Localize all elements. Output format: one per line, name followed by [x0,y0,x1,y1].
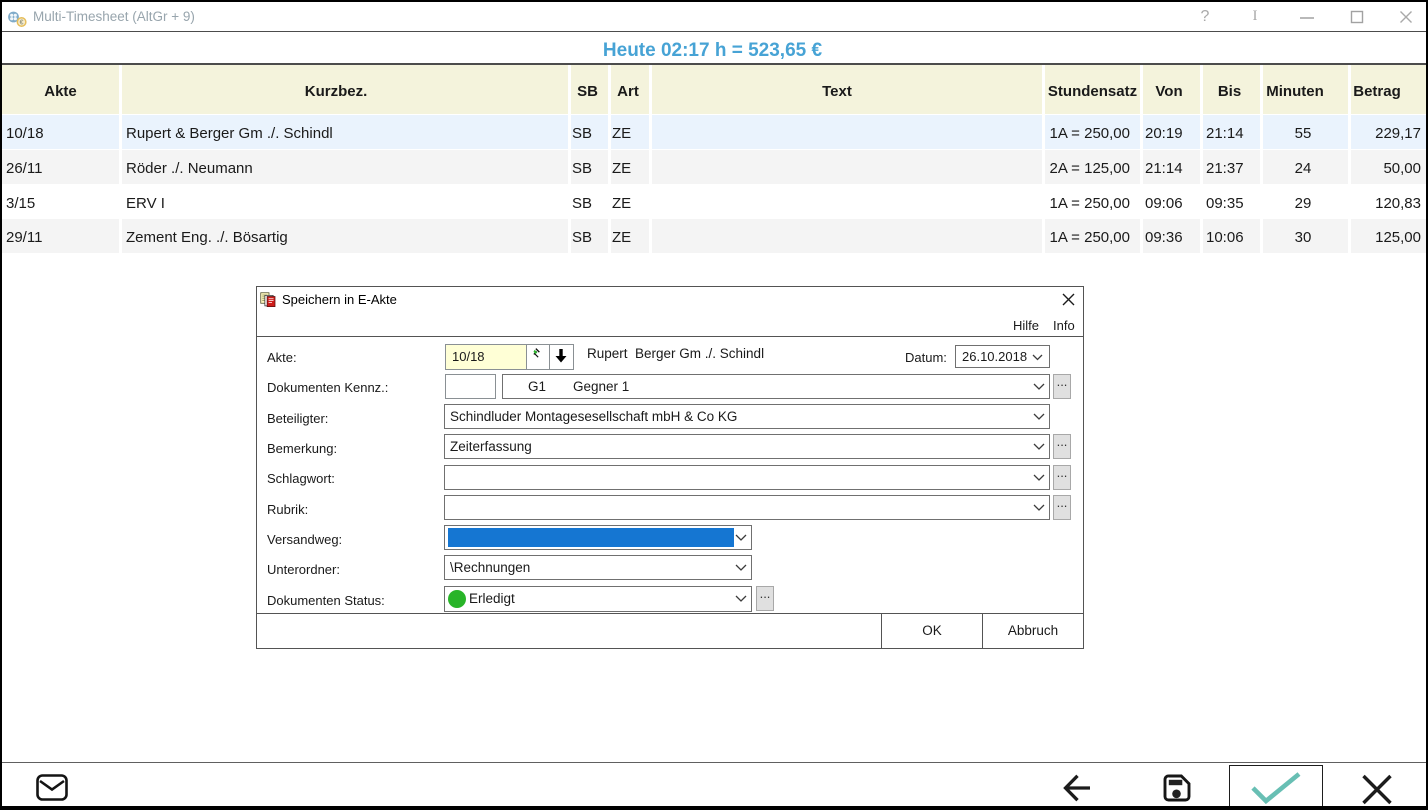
svg-text:€: € [20,20,24,27]
